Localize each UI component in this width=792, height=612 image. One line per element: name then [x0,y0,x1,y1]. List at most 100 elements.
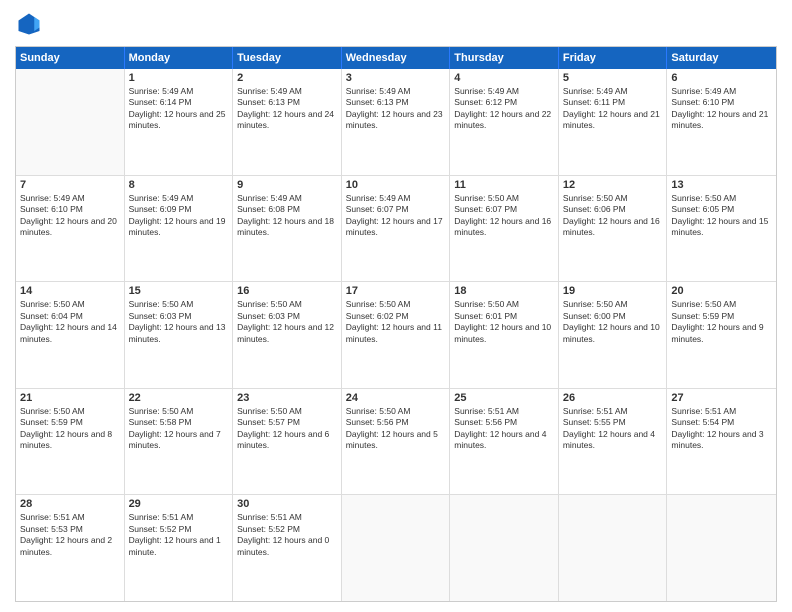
table-row: 22 Sunrise: 5:50 AMSunset: 5:58 PMDayligh… [125,389,234,495]
table-row: 2 Sunrise: 5:49 AMSunset: 6:13 PMDaylight… [233,69,342,175]
cell-info: Sunrise: 5:50 AMSunset: 5:59 PMDaylight:… [20,406,120,452]
table-row: 29 Sunrise: 5:51 AMSunset: 5:52 PMDayligh… [125,495,234,601]
day-number: 25 [454,392,554,404]
cell-info: Sunrise: 5:49 AMSunset: 6:10 PMDaylight:… [671,86,772,132]
logo [15,10,47,38]
table-row: 14 Sunrise: 5:50 AMSunset: 6:04 PMDayligh… [16,282,125,388]
cell-info: Sunrise: 5:49 AMSunset: 6:11 PMDaylight:… [563,86,663,132]
cell-info: Sunrise: 5:50 AMSunset: 5:58 PMDaylight:… [129,406,229,452]
day-number: 13 [671,179,772,191]
table-row [559,495,668,601]
cell-info: Sunrise: 5:50 AMSunset: 6:03 PMDaylight:… [129,299,229,345]
table-row: 17 Sunrise: 5:50 AMSunset: 6:02 PMDayligh… [342,282,451,388]
cell-info: Sunrise: 5:49 AMSunset: 6:10 PMDaylight:… [20,193,120,239]
cell-info: Sunrise: 5:50 AMSunset: 6:05 PMDaylight:… [671,193,772,239]
table-row [450,495,559,601]
cell-info: Sunrise: 5:50 AMSunset: 5:59 PMDaylight:… [671,299,772,345]
day-number: 7 [20,179,120,191]
cell-info: Sunrise: 5:51 AMSunset: 5:52 PMDaylight:… [237,512,337,558]
calendar-week-4: 21 Sunrise: 5:50 AMSunset: 5:59 PMDayligh… [16,389,776,496]
day-number: 30 [237,498,337,510]
cell-info: Sunrise: 5:49 AMSunset: 6:14 PMDaylight:… [129,86,229,132]
day-number: 21 [20,392,120,404]
cal-header-sunday: Sunday [16,47,125,69]
day-number: 20 [671,285,772,297]
day-number: 19 [563,285,663,297]
day-number: 5 [563,72,663,84]
table-row: 15 Sunrise: 5:50 AMSunset: 6:03 PMDayligh… [125,282,234,388]
table-row: 13 Sunrise: 5:50 AMSunset: 6:05 PMDayligh… [667,176,776,282]
cell-info: Sunrise: 5:50 AMSunset: 6:07 PMDaylight:… [454,193,554,239]
cell-info: Sunrise: 5:49 AMSunset: 6:13 PMDaylight:… [237,86,337,132]
table-row: 30 Sunrise: 5:51 AMSunset: 5:52 PMDayligh… [233,495,342,601]
table-row: 20 Sunrise: 5:50 AMSunset: 5:59 PMDayligh… [667,282,776,388]
day-number: 9 [237,179,337,191]
cell-info: Sunrise: 5:50 AMSunset: 5:56 PMDaylight:… [346,406,446,452]
cell-info: Sunrise: 5:50 AMSunset: 6:03 PMDaylight:… [237,299,337,345]
day-number: 14 [20,285,120,297]
table-row: 1 Sunrise: 5:49 AMSunset: 6:14 PMDaylight… [125,69,234,175]
cell-info: Sunrise: 5:51 AMSunset: 5:53 PMDaylight:… [20,512,120,558]
day-number: 17 [346,285,446,297]
day-number: 27 [671,392,772,404]
cell-info: Sunrise: 5:50 AMSunset: 6:04 PMDaylight:… [20,299,120,345]
table-row: 3 Sunrise: 5:49 AMSunset: 6:13 PMDaylight… [342,69,451,175]
table-row [667,495,776,601]
cell-info: Sunrise: 5:50 AMSunset: 6:02 PMDaylight:… [346,299,446,345]
table-row: 12Sunrise: 5:50 AMSunset: 6:06 PMDayligh… [559,176,668,282]
table-row: 26 Sunrise: 5:51 AMSunset: 5:55 PMDayligh… [559,389,668,495]
day-number: 1 [129,72,229,84]
day-number: 22 [129,392,229,404]
day-number: 29 [129,498,229,510]
cell-info: Sunrise: 5:51 AMSunset: 5:52 PMDaylight:… [129,512,229,558]
day-number: 16 [237,285,337,297]
day-number: 26 [563,392,663,404]
cell-info: Sunrise: 5:50 AMSunset: 6:00 PMDaylight:… [563,299,663,345]
table-row: 18 Sunrise: 5:50 AMSunset: 6:01 PMDayligh… [450,282,559,388]
calendar-header-row: SundayMondayTuesdayWednesdayThursdayFrid… [16,47,776,69]
cal-header-monday: Monday [125,47,234,69]
cell-info: Sunrise: 5:49 AMSunset: 6:07 PMDaylight:… [346,193,446,239]
day-number: 24 [346,392,446,404]
cell-info: Sunrise: 5:50 AMSunset: 6:06 PMDaylight:… [563,193,663,239]
table-row: 11 Sunrise: 5:50 AMSunset: 6:07 PMDayligh… [450,176,559,282]
calendar-week-2: 7 Sunrise: 5:49 AMSunset: 6:10 PMDaylight… [16,176,776,283]
day-number: 10 [346,179,446,191]
day-number: 23 [237,392,337,404]
table-row [342,495,451,601]
day-number: 15 [129,285,229,297]
calendar-week-3: 14 Sunrise: 5:50 AMSunset: 6:04 PMDayligh… [16,282,776,389]
calendar-week-1: 1 Sunrise: 5:49 AMSunset: 6:14 PMDaylight… [16,69,776,176]
table-row [16,69,125,175]
cell-info: Sunrise: 5:51 AMSunset: 5:55 PMDaylight:… [563,406,663,452]
calendar-week-5: 28 Sunrise: 5:51 AMSunset: 5:53 PMDayligh… [16,495,776,601]
table-row: 9 Sunrise: 5:49 AMSunset: 6:08 PMDaylight… [233,176,342,282]
day-number: 3 [346,72,446,84]
table-row: 28 Sunrise: 5:51 AMSunset: 5:53 PMDayligh… [16,495,125,601]
cal-header-wednesday: Wednesday [342,47,451,69]
cal-header-friday: Friday [559,47,668,69]
day-number: 18 [454,285,554,297]
table-row: 16 Sunrise: 5:50 AMSunset: 6:03 PMDayligh… [233,282,342,388]
page: SundayMondayTuesdayWednesdayThursdayFrid… [0,0,792,612]
day-number: 4 [454,72,554,84]
header [15,10,777,38]
table-row: 4Sunrise: 5:49 AMSunset: 6:12 PMDaylight… [450,69,559,175]
table-row: 21 Sunrise: 5:50 AMSunset: 5:59 PMDayligh… [16,389,125,495]
table-row: 6 Sunrise: 5:49 AMSunset: 6:10 PMDaylight… [667,69,776,175]
table-row: 5 Sunrise: 5:49 AMSunset: 6:11 PMDaylight… [559,69,668,175]
cell-info: Sunrise: 5:50 AMSunset: 5:57 PMDaylight:… [237,406,337,452]
day-number: 8 [129,179,229,191]
cell-info: Sunrise: 5:50 AMSunset: 6:01 PMDaylight:… [454,299,554,345]
cell-info: Sunrise: 5:49 AMSunset: 6:13 PMDaylight:… [346,86,446,132]
table-row: 24 Sunrise: 5:50 AMSunset: 5:56 PMDayligh… [342,389,451,495]
cell-info: Sunrise: 5:49 AMSunset: 6:09 PMDaylight:… [129,193,229,239]
day-number: 2 [237,72,337,84]
table-row: 7 Sunrise: 5:49 AMSunset: 6:10 PMDaylight… [16,176,125,282]
day-number: 11 [454,179,554,191]
cell-info: Sunrise: 5:49 AMSunset: 6:08 PMDaylight:… [237,193,337,239]
cell-info: Sunrise: 5:51 AMSunset: 5:54 PMDaylight:… [671,406,772,452]
day-number: 6 [671,72,772,84]
logo-icon [15,10,43,38]
day-number: 28 [20,498,120,510]
